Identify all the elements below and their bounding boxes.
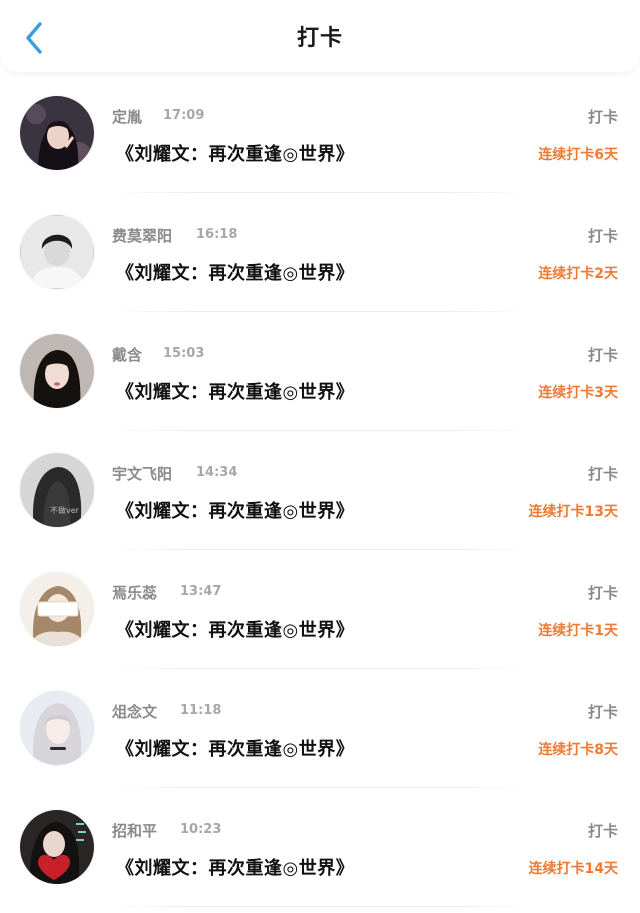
user-name: 戴含 — [112, 346, 143, 364]
avatar-caption: 不做ver — [50, 505, 80, 515]
book-title[interactable]: 《刘耀文：再次重逢◎世界》 — [116, 140, 354, 166]
streak-badge: 连续打卡3天 — [538, 385, 618, 401]
user-name: 定胤 — [112, 108, 143, 126]
punch-label: 打卡 — [587, 108, 618, 126]
punch-record-list: 定胤 17:09 《刘耀文：再次重逢◎世界》 打卡 连续打卡6天 费莫翠阳 16… — [0, 74, 640, 907]
book-title[interactable]: 《刘耀文：再次重逢◎世界》 — [116, 497, 354, 523]
streak-badge: 连续打卡8天 — [538, 742, 618, 758]
avatar[interactable] — [20, 572, 94, 646]
user-name: 招和平 — [112, 822, 158, 840]
book-title[interactable]: 《刘耀文：再次重逢◎世界》 — [116, 259, 354, 285]
punch-label: 打卡 — [587, 465, 618, 483]
streak-badge: 连续打卡14天 — [528, 861, 618, 877]
punch-time: 13:47 — [180, 584, 222, 599]
punch-time: 11:18 — [180, 703, 222, 718]
user-name: 费莫翠阳 — [112, 227, 173, 245]
streak-badge: 连续打卡6天 — [538, 147, 618, 163]
avatar[interactable] — [20, 691, 94, 765]
avatar[interactable] — [20, 96, 94, 170]
book-title[interactable]: 《刘耀文：再次重逢◎世界》 — [116, 378, 354, 404]
avatar[interactable] — [20, 810, 94, 884]
user-name: 焉乐蕊 — [112, 584, 158, 602]
list-item[interactable]: 俎念文 11:18 《刘耀文：再次重逢◎世界》 打卡 连续打卡8天 — [0, 669, 640, 788]
list-item[interactable]: 招和平 10:23 《刘耀文：再次重逢◎世界》 打卡 连续打卡14天 — [0, 788, 640, 907]
punch-time: 16:18 — [196, 227, 238, 242]
streak-badge: 连续打卡2天 — [538, 266, 618, 282]
book-title[interactable]: 《刘耀文：再次重逢◎世界》 — [116, 616, 354, 642]
streak-badge: 连续打卡13天 — [528, 504, 618, 520]
punch-label: 打卡 — [587, 584, 618, 602]
user-name: 俎念文 — [112, 703, 158, 721]
avatar[interactable] — [20, 215, 94, 289]
punch-label: 打卡 — [587, 822, 618, 840]
user-name: 宇文飞阳 — [112, 465, 173, 483]
top-nav-bar: 打卡 — [0, 0, 640, 72]
avatar[interactable]: 不做ver — [20, 453, 94, 527]
punch-time: 14:34 — [196, 465, 238, 480]
punch-label: 打卡 — [587, 227, 618, 245]
book-title[interactable]: 《刘耀文：再次重逢◎世界》 — [116, 735, 354, 761]
list-item[interactable]: 费莫翠阳 16:18 《刘耀文：再次重逢◎世界》 打卡 连续打卡2天 — [0, 193, 640, 312]
punch-time: 15:03 — [163, 346, 205, 361]
punch-label: 打卡 — [587, 703, 618, 721]
punch-time: 10:23 — [180, 822, 222, 837]
list-item[interactable]: 焉乐蕊 13:47 《刘耀文：再次重逢◎世界》 打卡 连续打卡1天 — [0, 550, 640, 669]
avatar[interactable] — [20, 334, 94, 408]
list-item[interactable]: 定胤 17:09 《刘耀文：再次重逢◎世界》 打卡 连续打卡6天 — [0, 74, 640, 193]
streak-badge: 连续打卡1天 — [538, 623, 618, 639]
list-item[interactable]: 不做ver 宇文飞阳 14:34 《刘耀文：再次重逢◎世界》 打卡 连续打卡13… — [0, 431, 640, 550]
punch-label: 打卡 — [587, 346, 618, 364]
punch-time: 17:09 — [163, 108, 205, 123]
book-title[interactable]: 《刘耀文：再次重逢◎世界》 — [116, 854, 354, 880]
list-item[interactable]: 戴含 15:03 《刘耀文：再次重逢◎世界》 打卡 连续打卡3天 — [0, 312, 640, 431]
page-title: 打卡 — [296, 26, 343, 51]
